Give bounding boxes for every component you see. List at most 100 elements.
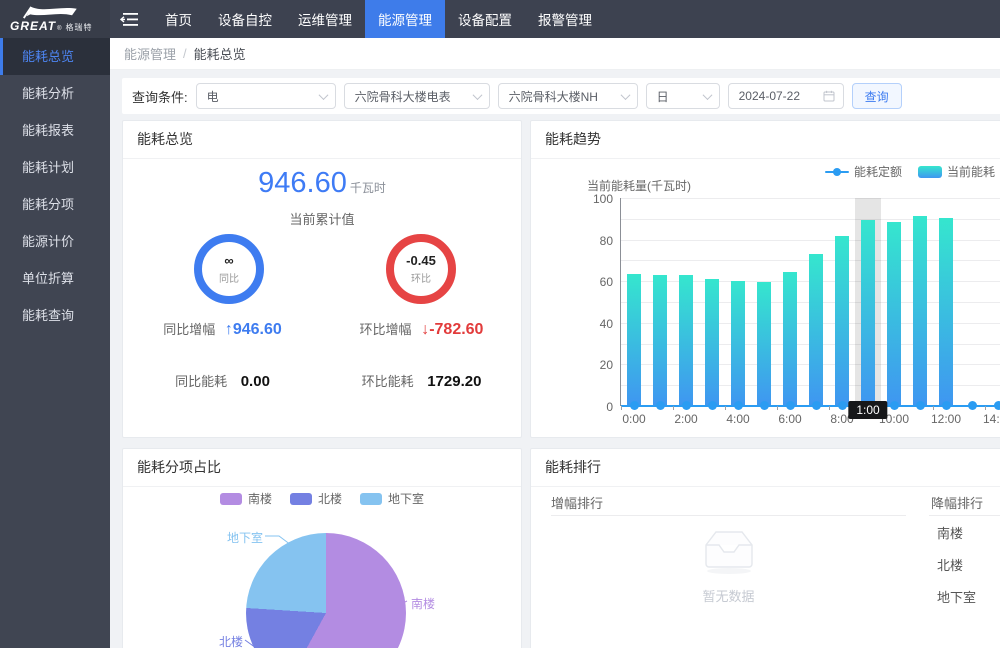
search-button[interactable]: 查询: [852, 83, 902, 109]
quota-point[interactable]: [942, 401, 951, 410]
trend-bar[interactable]: [783, 272, 797, 406]
quota-point[interactable]: [812, 401, 821, 410]
flag-logo-icon: [10, 6, 110, 19]
quota-point[interactable]: [916, 401, 925, 410]
quota-point[interactable]: [786, 401, 795, 410]
gridline: [621, 198, 1000, 199]
trend-bar[interactable]: [939, 218, 953, 406]
sidebar-item-0[interactable]: 能耗总览: [0, 38, 110, 75]
trend-bar[interactable]: [757, 282, 771, 406]
legend-swatch-icon: [290, 493, 312, 505]
trend-bar[interactable]: [809, 254, 823, 406]
nav-item-2[interactable]: 运维管理: [285, 0, 365, 38]
sidebar-item-1[interactable]: 能耗分析: [0, 75, 110, 112]
nav-item-1[interactable]: 设备自控: [205, 0, 285, 38]
select-value: 电: [207, 88, 219, 105]
breadcrumb-parent[interactable]: 能源管理: [124, 44, 176, 63]
legend-item-current[interactable]: 当前能耗: [918, 163, 995, 180]
quota-point[interactable]: [760, 401, 769, 410]
sidebar-item-6[interactable]: 单位折算: [0, 260, 110, 297]
mom-growth: 环比增幅 ↓-782.60: [322, 319, 521, 339]
x-tick: [621, 406, 622, 410]
chevron-down-icon: [620, 90, 630, 100]
panel-energy-overview: 能耗总览 946.60千瓦时 当前累计值 ∞ 同比 -0.45 环比: [122, 120, 522, 438]
pie-legend-item-2[interactable]: 地下室: [360, 490, 424, 507]
quota-point[interactable]: [734, 401, 743, 410]
x-tick-label: 6:00: [778, 412, 801, 426]
pie-legend-label: 南楼: [248, 490, 272, 507]
sidebar-item-5[interactable]: 能源计价: [0, 223, 110, 260]
breakdown-pie-chart[interactable]: [246, 533, 406, 648]
y-tick-label: 40: [600, 317, 613, 331]
trend-bar[interactable]: [861, 220, 875, 406]
decrease-ranking-item-0: 南楼: [937, 523, 963, 542]
trend-bar[interactable]: [913, 216, 927, 406]
sidebar-item-4[interactable]: 能耗分项: [0, 186, 110, 223]
yoy-energy-value: 0.00: [241, 373, 270, 390]
sidebar-collapse-button[interactable]: [110, 0, 148, 38]
pie-legend-label: 北楼: [318, 490, 342, 507]
quota-point[interactable]: [682, 401, 691, 410]
total-caption: 当前累计值: [123, 209, 521, 228]
trend-bar[interactable]: [705, 279, 719, 406]
y-tick-label: 60: [600, 275, 613, 289]
legend-current-label: 当前能耗: [947, 163, 995, 180]
empty-box-icon: [696, 527, 762, 575]
breadcrumb-current: 能耗总览: [194, 44, 246, 63]
chevron-down-icon: [702, 90, 712, 100]
sidebar-item-3[interactable]: 能耗计划: [0, 149, 110, 186]
trend-bar[interactable]: [627, 274, 641, 406]
query-select-1[interactable]: 六院骨科大楼电表: [344, 83, 490, 109]
x-tick: [673, 406, 674, 410]
nav-item-0[interactable]: 首页: [152, 0, 205, 38]
pie-slice-label-1: 南楼: [411, 595, 435, 612]
quota-point[interactable]: [708, 401, 717, 410]
mom-energy-label: 环比能耗: [362, 374, 414, 389]
breadcrumb-separator: /: [183, 46, 187, 61]
trend-bar[interactable]: [835, 236, 849, 406]
quota-point[interactable]: [994, 401, 1000, 410]
sidebar-item-2[interactable]: 能耗报表: [0, 112, 110, 149]
x-tick-label: 14:00: [983, 412, 1000, 426]
y-axis-line: [620, 198, 621, 406]
query-condition-bar: 查询条件: 电六院骨科大楼电表六院骨科大楼NH日 2024-07-22 查询: [122, 78, 1000, 114]
pie-slice-label-0: 地下室: [227, 529, 263, 546]
quota-point[interactable]: [656, 401, 665, 410]
panel-title-overview: 能耗总览: [123, 121, 521, 159]
calendar-icon: [823, 90, 835, 102]
quota-point[interactable]: [890, 401, 899, 410]
axis-tooltip: 1:00: [848, 401, 887, 419]
query-select-3[interactable]: 日: [646, 83, 720, 109]
query-select-0[interactable]: 电: [196, 83, 336, 109]
select-value: 六院骨科大楼电表: [355, 88, 451, 105]
quota-point[interactable]: [838, 401, 847, 410]
total-number: 946.60: [258, 167, 347, 199]
increase-ranking-divider: [551, 515, 906, 516]
sidebar-item-7[interactable]: 能耗查询: [0, 297, 110, 334]
panel-energy-ranking: 能耗排行 增幅排行 暂无数据 降幅排行: [530, 448, 1000, 648]
panel-energy-breakdown: 能耗分项占比 南楼北楼地下室 地下室南楼北楼: [122, 448, 522, 648]
pie-legend-item-1[interactable]: 北楼: [290, 490, 342, 507]
legend-item-quota[interactable]: 能耗定额: [825, 163, 902, 180]
pie-legend: 南楼 北楼 地下室: [123, 490, 521, 507]
current-total-value: 946.60千瓦时: [123, 167, 521, 200]
query-select-2[interactable]: 六院骨科大楼NH: [498, 83, 638, 109]
sidebar-menu: 能耗总览能耗分析能耗报表能耗计划能耗分项能源计价单位折算能耗查询: [0, 38, 110, 648]
trend-bar[interactable]: [679, 275, 693, 406]
quota-point[interactable]: [968, 401, 977, 410]
yoy-energy-label: 同比能耗: [175, 374, 227, 389]
line-series-icon: [825, 171, 849, 173]
nav-item-4[interactable]: 设备配置: [445, 0, 525, 38]
quota-point[interactable]: [630, 401, 639, 410]
menu-fold-icon: [120, 12, 138, 27]
nav-item-3[interactable]: 能源管理: [365, 0, 445, 38]
yoy-ring-label: 同比: [219, 270, 239, 285]
x-tick: [725, 406, 726, 410]
pie-legend-item-0[interactable]: 南楼: [220, 490, 272, 507]
nav-item-5[interactable]: 报警管理: [525, 0, 605, 38]
date-picker[interactable]: 2024-07-22: [728, 83, 844, 109]
top-navbar: GREAT ® 格瑞特 首页设备自控运维管理能源管理设备配置报警管理: [0, 0, 1000, 38]
trend-bar[interactable]: [731, 281, 745, 406]
trend-bar[interactable]: [653, 275, 667, 406]
trend-bar[interactable]: [887, 222, 901, 406]
